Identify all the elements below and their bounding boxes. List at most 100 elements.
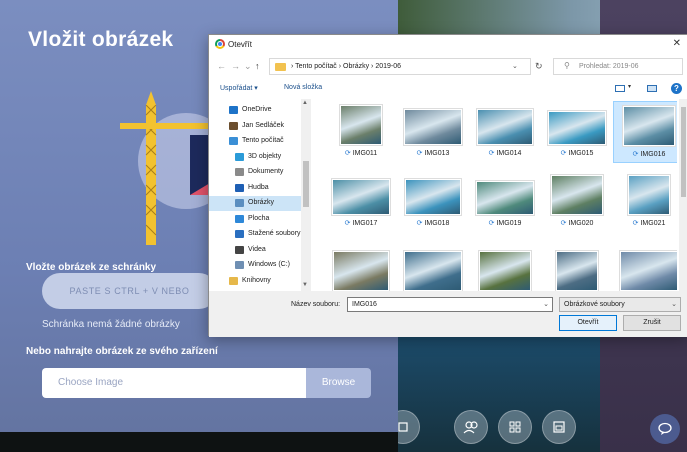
sidebar-item[interactable]: Obrázky <box>209 196 301 211</box>
view-mode-icon[interactable] <box>615 85 625 92</box>
preview-pane-icon[interactable] <box>647 85 657 92</box>
upload-section-title: Nebo nahrajte obrázek ze svého zařízení <box>26 346 218 357</box>
file-item[interactable]: ⟳ IMG014 <box>469 101 541 163</box>
sidebar-item[interactable]: Tento počítač <box>209 134 301 149</box>
content-scrollbar[interactable] <box>679 99 687 291</box>
download-icon <box>235 230 244 238</box>
forward-arrow-icon[interactable]: → <box>231 62 240 71</box>
file-item[interactable] <box>325 247 397 291</box>
screen: Vložit obrázek Vložte obrázek ze schránk… <box>0 0 687 452</box>
bottom-bar <box>0 432 398 452</box>
file-grid: ⟳ IMG011 ⟳ IMG013 ⟳ IMG014 ⟳ IMG015 ⟳ IMG016 ⟳ IMG0… <box>315 99 677 291</box>
file-item[interactable]: ⟳ IMG020 <box>541 171 613 233</box>
sync-icon: ⟳ <box>488 150 495 157</box>
sidebar-item-label: 3D objekty <box>248 152 282 160</box>
sidebar-item-label: Hudba <box>248 183 269 191</box>
choose-image-input[interactable]: Choose Image <box>42 368 306 398</box>
sidebar-item-label: Jan Sedláček <box>242 121 285 129</box>
file-item[interactable]: ⟳ IMG015 <box>541 101 613 163</box>
paste-button[interactable]: PASTE S CTRL + V NEBO <box>42 273 217 309</box>
sidebar-item[interactable]: Videa <box>209 243 301 258</box>
sidebar-item[interactable]: 3D objekty <box>209 150 301 165</box>
frame-icon <box>553 421 565 433</box>
sync-icon: ⟳ <box>344 220 351 227</box>
file-item[interactable]: ⟳ IMG021 <box>613 171 677 233</box>
up-arrow-icon[interactable]: ↑ <box>255 62 260 71</box>
sidebar-item-label: Knihovny <box>242 276 271 284</box>
breadcrumb-pictures[interactable]: Obrázky <box>343 63 369 70</box>
nav-scrollbar[interactable]: ▲ ▼ <box>301 99 311 291</box>
file-item[interactable] <box>541 247 613 291</box>
chat-button[interactable] <box>650 414 680 444</box>
path-field[interactable]: › Tento počítač › Obrázky › 2019-06 ⌄ <box>269 58 531 75</box>
file-item[interactable]: ⟳ IMG016 <box>613 101 677 163</box>
file-item[interactable] <box>469 247 541 291</box>
recent-locations-icon[interactable]: ⌄ <box>244 62 252 71</box>
file-thumbnail <box>405 179 461 215</box>
nav-scroll-thumb[interactable] <box>303 161 309 207</box>
drive-icon <box>235 261 244 269</box>
file-item[interactable]: ⟳ IMG011 <box>325 101 397 163</box>
sidebar-item[interactable]: Hudba <box>209 181 301 196</box>
refresh-icon[interactable]: ↻ <box>535 61 543 72</box>
breadcrumb-this-pc[interactable]: Tento počítač <box>295 63 337 70</box>
folder-icon <box>275 63 286 71</box>
sidebar-item-label: Stažené soubory <box>248 230 301 237</box>
file-name: ⟳ IMG015 <box>541 149 613 157</box>
file-thumbnail <box>628 175 670 215</box>
faces-tool-button[interactable] <box>454 410 488 444</box>
sync-icon: ⟳ <box>416 150 423 157</box>
organize-button[interactable]: Uspořádat ▾ <box>220 84 258 92</box>
scroll-up-icon[interactable]: ▲ <box>302 100 308 106</box>
sidebar-item-label: Windows (C:) <box>248 261 291 268</box>
library-icon <box>229 276 238 285</box>
chevron-down-icon[interactable]: ⌄ <box>543 300 549 308</box>
file-item[interactable]: ⟳ IMG013 <box>397 101 469 163</box>
filename-input[interactable]: IMG016 ⌄ <box>347 297 553 312</box>
sidebar-item[interactable]: Jan Sedláček <box>209 119 301 134</box>
open-file-dialog: Otevřít ✕ ← → ⌄ ↑ › Tento počítač › Obrá… <box>208 34 687 337</box>
file-name-text: IMG018 <box>424 220 450 227</box>
file-name-text: IMG020 <box>568 220 594 227</box>
file-item[interactable] <box>613 247 677 291</box>
file-name: ⟳ IMG014 <box>469 149 541 157</box>
file-name: ⟳ IMG021 <box>613 219 677 227</box>
sync-icon: ⟳ <box>560 220 567 227</box>
back-arrow-icon[interactable]: ← <box>217 62 226 71</box>
scroll-down-icon[interactable]: ▼ <box>302 282 308 288</box>
content-scroll-thumb[interactable] <box>681 107 686 197</box>
search-input[interactable]: ⚲ Prohledat: 2019-06 <box>553 58 683 75</box>
panel-title: Vložit obrázek <box>28 28 174 51</box>
file-item[interactable] <box>397 247 469 291</box>
file-name-text: IMG016 <box>640 151 666 158</box>
file-thumbnail <box>476 181 534 215</box>
sidebar-item[interactable]: Plocha <box>209 212 301 227</box>
file-item[interactable]: ⟳ IMG019 <box>469 171 541 233</box>
breadcrumb-2019-06[interactable]: 2019-06 <box>375 63 401 70</box>
address-bar: ← → ⌄ ↑ › Tento počítač › Obrázky › 2019… <box>209 57 687 77</box>
filetype-select[interactable]: Obrázkové soubory ⌄ <box>559 297 681 312</box>
cancel-button[interactable]: Zrušit <box>623 315 681 331</box>
frame-tool-button[interactable] <box>542 410 576 444</box>
desktop-icon <box>235 214 244 223</box>
view-dropdown-icon[interactable]: ▾ <box>628 83 631 90</box>
filter-tool-button[interactable] <box>498 410 532 444</box>
browse-button[interactable]: Browse <box>306 368 371 398</box>
file-item[interactable]: ⟳ IMG017 <box>325 171 397 233</box>
new-folder-button[interactable]: Nová složka <box>284 84 322 91</box>
file-thumbnail <box>623 106 675 146</box>
sidebar-item[interactable]: OneDrive <box>209 103 301 118</box>
file-name: ⟳ IMG011 <box>325 149 397 157</box>
chevron-down-icon[interactable]: ⌄ <box>512 62 518 70</box>
help-icon[interactable]: ? <box>671 83 682 94</box>
sidebar-item[interactable]: Windows (C:) <box>209 258 301 273</box>
file-item[interactable]: ⟳ IMG018 <box>397 171 469 233</box>
sidebar-item[interactable]: Dokumenty <box>209 165 301 180</box>
open-button[interactable]: Otevřít <box>559 315 617 331</box>
sidebar-item[interactable]: Knihovny <box>209 274 301 289</box>
video-icon <box>235 245 244 254</box>
sidebar-item[interactable]: Stažené soubory <box>209 227 301 242</box>
close-icon[interactable]: ✕ <box>673 38 681 49</box>
file-name: ⟳ IMG017 <box>325 219 397 227</box>
dialog-toolbar: Uspořádat ▾ Nová složka ▾ ? <box>209 81 687 97</box>
